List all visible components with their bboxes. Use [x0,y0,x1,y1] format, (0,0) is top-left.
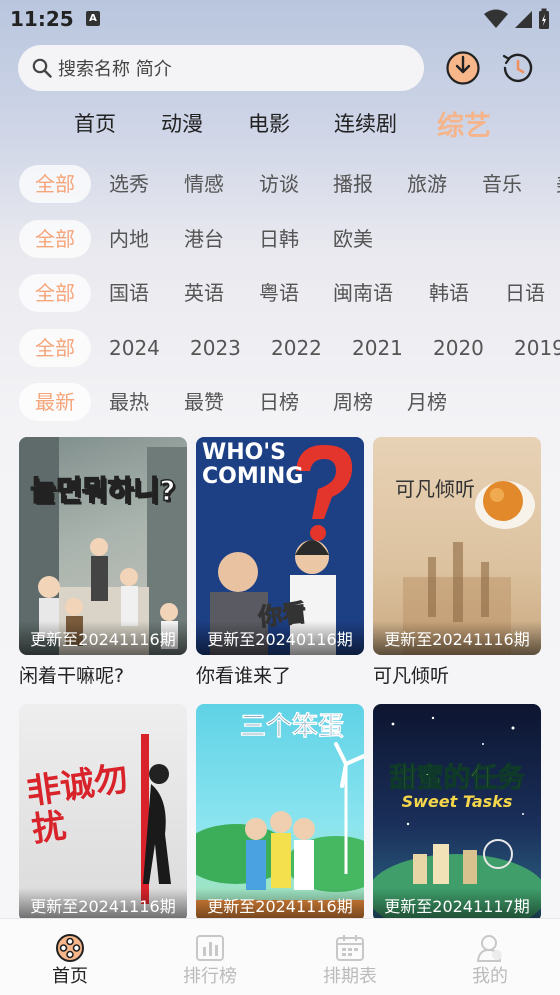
search-placeholder: 搜索名称 简介 [58,59,172,80]
show-title[interactable]: 可凡倾听 [373,661,449,688]
nav-label: 排行榜 [183,966,237,987]
year-chip[interactable]: 2020 [417,329,500,367]
chart-icon [196,935,224,961]
main-category-tabs: 首页 动漫 电影 连续剧 综艺 [0,104,560,144]
status-time: 11:25 [10,7,74,31]
poster-title-text: 三个笨蛋 [239,712,345,743]
year-chip[interactable]: 2019 [498,329,560,367]
poster-title-text: WHO'S COMING [202,440,304,489]
update-label: 更新至20241117期 [373,888,541,922]
show-poster[interactable]: 甜蜜的任务 Sweet Tasks 更新至20241117期 [373,704,541,922]
calendar-icon [336,935,364,961]
tab-variety[interactable]: 综艺 [437,104,491,143]
show-title[interactable]: 闲着干嘛呢? [19,661,124,688]
tab-home[interactable]: 首页 [74,108,116,138]
region-chip[interactable]: 港台 [168,220,240,258]
year-chip[interactable]: 2022 [255,329,338,367]
sort-chip[interactable]: 周榜 [317,383,389,421]
language-filter-row: 全部 国语 英语 粤语 闽南语 韩语 日语 [0,274,560,314]
search-input[interactable]: 搜索名称 简介 [18,45,424,91]
sort-filter-row: 最新 最热 最赞 日榜 周榜 月榜 [0,383,560,423]
language-chip[interactable]: 韩语 [413,274,485,312]
nav-ranking[interactable]: 排行榜 [140,919,280,995]
history-icon[interactable] [500,50,536,86]
nav-label: 首页 [52,966,88,987]
genre-chip[interactable]: 选秀 [93,165,165,203]
battery-icon [539,8,549,29]
status-icons [484,8,550,30]
nav-schedule[interactable]: 排期表 [280,919,420,995]
region-chip[interactable]: 欧美 [317,220,389,258]
nav-home[interactable]: 首页 [0,919,140,995]
nav-label: 排期表 [323,966,377,987]
language-chip[interactable]: 全部 [19,274,91,312]
genre-chip[interactable]: 旅游 [391,165,463,203]
nav-profile[interactable]: 我的 [420,919,560,995]
update-label: 更新至20241116期 [19,621,187,655]
genre-chip[interactable]: 全部 [19,165,91,203]
search-icon [32,58,52,78]
language-chip[interactable]: 英语 [168,274,240,312]
region-chip[interactable]: 内地 [93,220,165,258]
sort-chip[interactable]: 最热 [93,383,165,421]
language-chip[interactable]: 粤语 [243,274,315,312]
language-chip[interactable]: 日语 [489,274,560,312]
update-label: 更新至20240116期 [196,621,364,655]
genre-chip[interactable]: 访谈 [243,165,315,203]
sort-chip[interactable]: 日榜 [243,383,315,421]
genre-chip[interactable]: 音乐 [466,165,538,203]
year-chip[interactable]: 2023 [174,329,257,367]
wifi-icon [484,9,508,28]
signal-icon [515,11,532,28]
year-chip[interactable]: 全部 [19,329,91,367]
update-label: 更新至20241116期 [196,888,364,922]
region-chip[interactable]: 日韩 [243,220,315,258]
language-chip[interactable]: 国语 [93,274,165,312]
app-notification-icon: A [86,11,100,26]
sort-chip[interactable]: 最赞 [168,383,240,421]
bottom-navigation: 首页 排行榜 排期表 我的 [0,918,560,995]
tab-anime[interactable]: 动漫 [161,108,203,138]
sort-chip[interactable]: 最新 [19,383,91,421]
tab-movie[interactable]: 电影 [248,108,290,138]
sort-chip[interactable]: 月榜 [391,383,463,421]
show-poster[interactable]: 可凡倾听 更新至20241116期 [373,437,541,655]
year-filter-row: 全部 2024 2023 2022 2021 2020 2019 [0,329,560,369]
poster-title-text: 놀면뭐하니? [30,473,177,508]
update-label: 更新至20241116期 [19,888,187,922]
poster-title-text: 甜蜜的任务 [389,763,525,795]
update-label: 更新至20241116期 [373,621,541,655]
region-chip[interactable]: 全部 [19,220,91,258]
tab-series[interactable]: 连续剧 [334,108,397,138]
show-poster[interactable]: 놀면뭐하니? 更新至20241116期 [19,437,187,655]
genre-chip[interactable]: 美 [540,165,560,203]
poster-title-text: 可凡倾听 [395,477,475,501]
language-chip[interactable]: 闽南语 [317,274,409,312]
show-poster[interactable]: WHO'S COMING 你看 更新至20240116期 [196,437,364,655]
genre-filter-row: 全部 选秀 情感 访谈 播报 旅游 音乐 美 [0,165,560,205]
show-title[interactable]: 你看谁来了 [196,661,291,688]
nav-label: 我的 [472,966,508,987]
status-bar: 11:25 A [0,0,560,38]
year-chip[interactable]: 2024 [93,329,176,367]
film-reel-icon [56,934,84,962]
genre-chip[interactable]: 情感 [168,165,240,203]
poster-title-text: 非诚勿扰 [24,758,131,851]
region-filter-row: 全部 内地 港台 日韩 欧美 [0,220,560,260]
profile-icon [476,935,502,962]
genre-chip[interactable]: 播报 [317,165,389,203]
poster-subtitle-text: Sweet Tasks [401,792,513,811]
download-icon[interactable] [445,50,481,86]
show-poster[interactable]: 三个笨蛋 更新至20241116期 [196,704,364,922]
year-chip[interactable]: 2021 [336,329,419,367]
show-poster[interactable]: 非诚勿扰 更新至20241116期 [19,704,187,922]
